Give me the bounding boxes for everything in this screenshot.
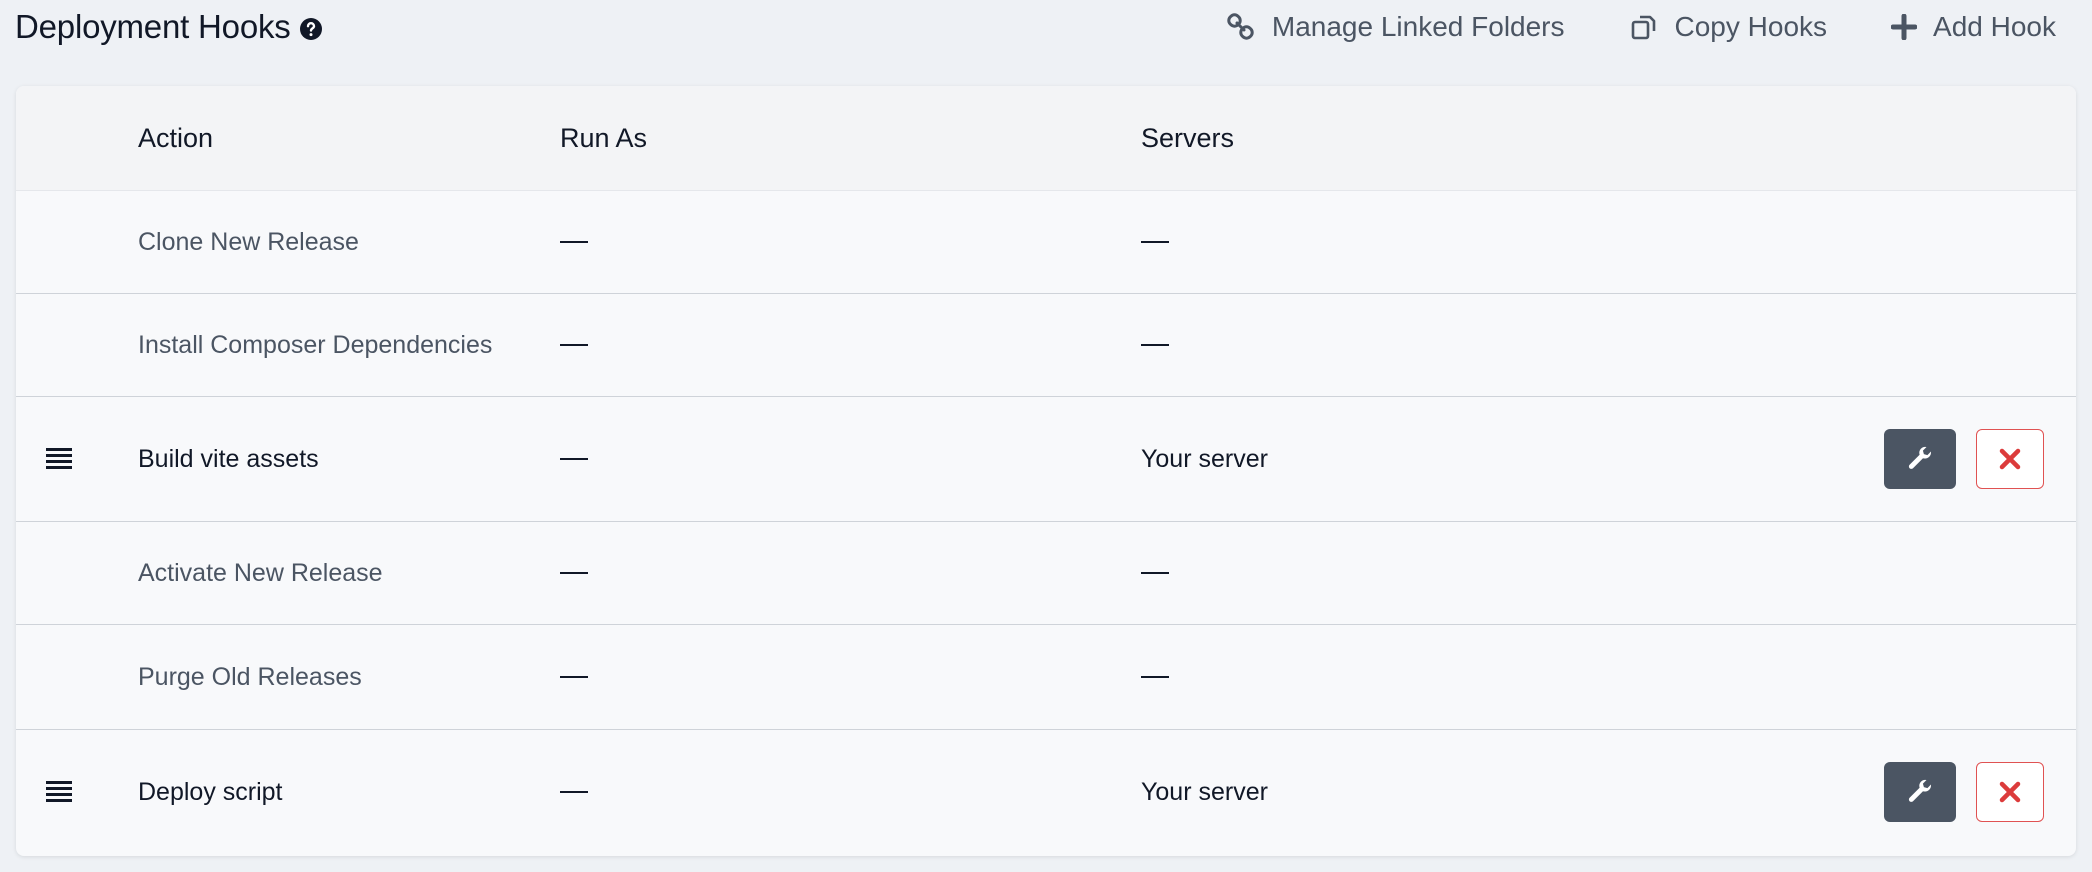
title-group: Deployment Hooks <box>15 4 323 50</box>
table-row: Install Composer Dependencies <box>16 294 2076 397</box>
servers-cell: Your server <box>1141 777 1268 806</box>
action-cell: Build vite assets <box>138 444 319 473</box>
column-header-run-as: Run As <box>560 123 648 153</box>
empty-dash <box>560 571 588 575</box>
table-row: Clone New Release <box>16 191 2076 294</box>
delete-hook-button[interactable] <box>1976 429 2044 489</box>
wrench-icon <box>1908 779 1932 802</box>
empty-dash <box>1141 240 1169 244</box>
table-row: Build vite assets Your server <box>16 397 2076 522</box>
table-row: Deploy script Your server <box>16 730 2076 854</box>
run-as-cell <box>560 730 588 854</box>
question-circle-icon[interactable] <box>299 17 323 41</box>
copy-hooks-button[interactable]: Copy Hooks <box>1629 11 1828 43</box>
servers-cell: Your server <box>1141 444 1268 473</box>
table-header: Action Run As Servers <box>16 86 2076 191</box>
manage-linked-folders-button[interactable]: Manage Linked Folders <box>1226 11 1565 43</box>
page-title: Deployment Hooks <box>15 8 291 45</box>
run-as-cell <box>560 522 588 624</box>
action-cell: Deploy script <box>138 777 283 806</box>
plus-icon <box>1891 14 1918 40</box>
run-as-cell <box>560 397 588 521</box>
empty-dash <box>560 343 588 347</box>
run-as-cell <box>560 625 588 729</box>
servers-cell <box>1141 191 1169 293</box>
empty-dash <box>560 240 588 244</box>
empty-dash <box>560 675 588 679</box>
column-header-servers: Servers <box>1141 123 1235 153</box>
run-as-cell <box>560 191 588 293</box>
header-actions: Manage Linked Folders Copy Hooks Add Hoo… <box>1162 4 2056 50</box>
wrench-icon <box>1908 446 1932 469</box>
table-row: Purge Old Releases <box>16 625 2076 730</box>
close-icon <box>1999 781 2021 803</box>
servers-cell <box>1141 522 1169 624</box>
row-actions <box>1884 397 2044 521</box>
close-icon <box>1999 448 2021 470</box>
table-row: Activate New Release <box>16 522 2076 625</box>
action-cell: Purge Old Releases <box>138 662 362 691</box>
action-cell: Install Composer Dependencies <box>138 330 493 359</box>
row-actions <box>1884 730 2044 854</box>
servers-cell <box>1141 294 1169 396</box>
empty-dash <box>560 457 588 461</box>
empty-dash <box>1141 571 1169 575</box>
manage-linked-folders-label: Manage Linked Folders <box>1271 11 1565 42</box>
copy-icon <box>1631 15 1655 40</box>
delete-hook-button[interactable] <box>1976 762 2044 822</box>
column-header-action: Action <box>138 123 214 153</box>
action-cell: Activate New Release <box>138 558 383 587</box>
servers-cell <box>1141 625 1169 729</box>
edit-hook-button[interactable] <box>1884 429 1956 489</box>
action-cell: Clone New Release <box>138 227 359 256</box>
drag-handle-icon[interactable] <box>46 730 72 854</box>
empty-dash <box>560 790 588 794</box>
empty-dash <box>1141 675 1169 679</box>
add-hook-button[interactable]: Add Hook <box>1891 11 2056 43</box>
run-as-cell <box>560 294 588 396</box>
drag-handle-icon[interactable] <box>46 397 72 521</box>
add-hook-label: Add Hook <box>1933 11 2056 42</box>
link-icon <box>1227 13 1254 40</box>
hooks-table: Action Run As Servers Clone New Release … <box>16 86 2076 856</box>
edit-hook-button[interactable] <box>1884 762 1956 822</box>
page-header: Deployment Hooks Manage Linked Folders C… <box>0 0 2092 60</box>
copy-hooks-label: Copy Hooks <box>1674 11 1828 42</box>
empty-dash <box>1141 343 1169 347</box>
